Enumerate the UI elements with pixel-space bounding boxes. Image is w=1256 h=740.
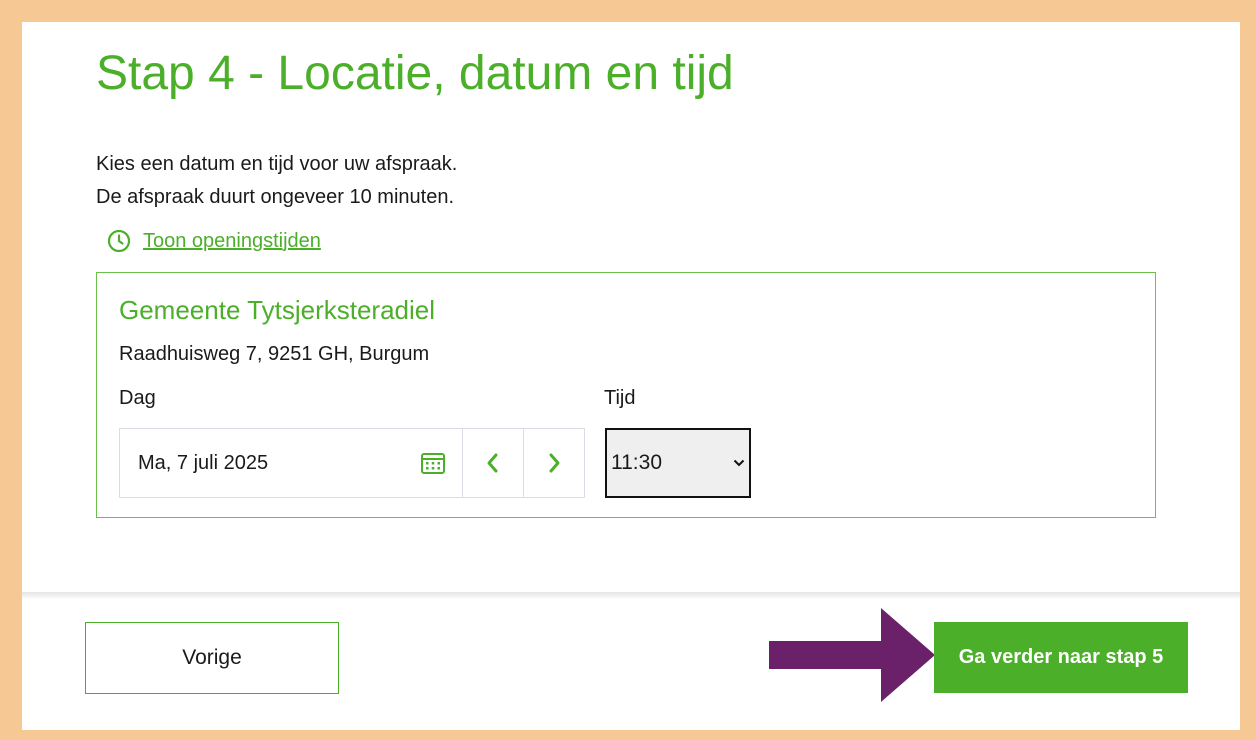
location-name: Gemeente Tytsjerksteradiel xyxy=(119,295,435,325)
calendar-icon[interactable] xyxy=(420,450,446,476)
page-title: Stap 4 - Locatie, datum en tijd xyxy=(96,47,734,100)
date-input[interactable]: Ma, 7 juli 2025 xyxy=(120,429,463,497)
time-select[interactable]: 11:30 xyxy=(605,428,751,498)
chevron-left-icon xyxy=(487,453,498,473)
location-card: Gemeente Tytsjerksteradiel Raadhuisweg 7… xyxy=(96,272,1156,518)
time-value: 11:30 xyxy=(611,451,662,474)
day-label: Dag xyxy=(119,387,156,409)
show-opening-hours-link[interactable]: Toon openingstijden xyxy=(107,229,321,253)
footer-divider xyxy=(22,592,1240,598)
next-step-button[interactable]: Ga verder naar stap 5 xyxy=(934,622,1188,693)
previous-button[interactable]: Vorige xyxy=(85,622,339,694)
intro-line-1: Kies een datum en tijd voor uw afspraak. xyxy=(96,153,458,175)
intro-line-2: De afspraak duurt ongeveer 10 minuten. xyxy=(96,186,454,208)
clock-icon xyxy=(107,229,131,253)
previous-day-button[interactable] xyxy=(463,429,524,497)
location-address: Raadhuisweg 7, 9251 GH, Burgum xyxy=(119,343,430,365)
opening-hours-label[interactable]: Toon openingstijden xyxy=(143,230,321,253)
next-day-button[interactable] xyxy=(524,429,584,497)
time-label: Tijd xyxy=(604,387,636,409)
intro-text: Kies een datum en tijd voor uw afspraak.… xyxy=(96,148,457,214)
chevron-right-icon xyxy=(549,453,560,473)
date-picker: Ma, 7 juli 2025 xyxy=(119,428,585,498)
date-value: Ma, 7 juli 2025 xyxy=(138,451,269,474)
chevron-down-icon xyxy=(733,459,745,467)
appointment-panel: Stap 4 - Locatie, datum en tijd Kies een… xyxy=(22,22,1240,730)
arrow-right-icon xyxy=(769,608,935,702)
